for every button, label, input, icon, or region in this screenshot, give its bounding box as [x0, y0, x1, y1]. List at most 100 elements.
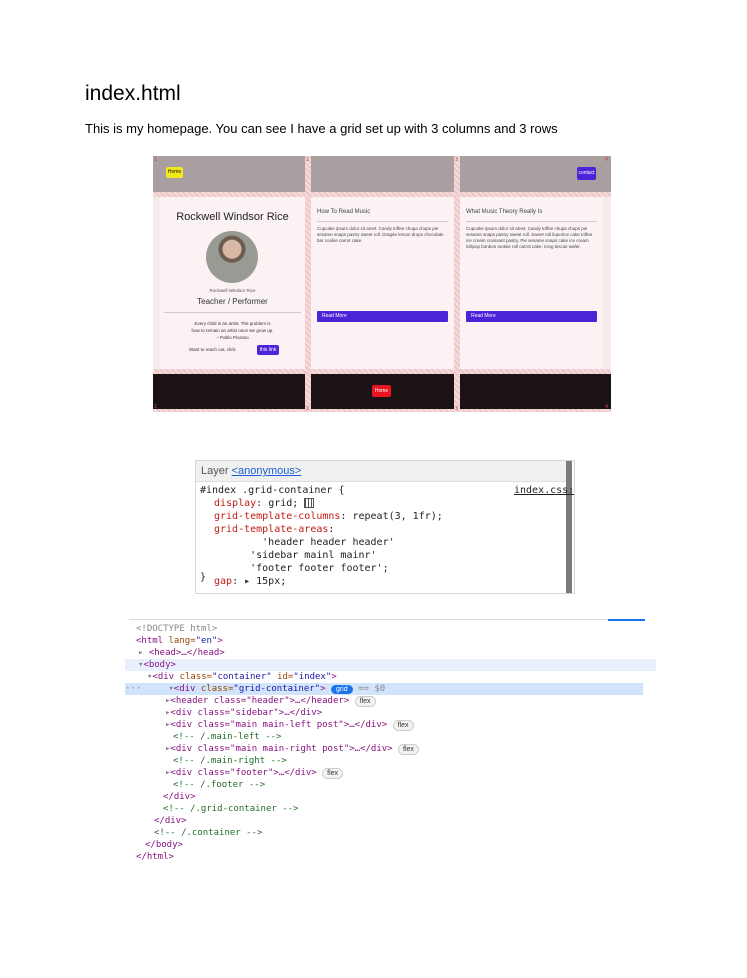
grid-line-number: 2 — [306, 406, 310, 412]
post-title: What Music Theory Really Is — [466, 209, 543, 215]
dom-line[interactable]: <!-- /.footer --> — [125, 779, 691, 791]
css-property[interactable]: grid-template-columns — [214, 511, 340, 522]
read-more-button[interactable]: Read More — [466, 311, 597, 322]
sidebar: Rockwell Windsor Rice Rockwell Windsor R… — [160, 197, 305, 369]
dom-tag: <head>…</head> — [148, 648, 225, 658]
grid-line-number: 3 — [455, 406, 459, 412]
main-right-post: What Music Theory Really Is Cupcake ipsu… — [460, 197, 603, 369]
css-value[interactable]: : grid; — [256, 498, 298, 509]
read-more-button[interactable]: Read More — [317, 311, 448, 322]
dom-attr-value: "grid-container" — [233, 684, 321, 694]
dom-tree-panel: <!DOCTYPE html> <html lang="en"> ▸ <head… — [125, 619, 656, 874]
css-value[interactable]: : repeat(3, 1fr); — [340, 511, 442, 522]
sidebar-link-button[interactable]: this link — [257, 345, 279, 355]
css-value[interactable]: : — [328, 524, 334, 535]
dom-line[interactable]: <html lang="en"> — [125, 635, 654, 647]
dom-line[interactable]: ▸<header class="header">…</header> flex — [125, 695, 683, 707]
css-file-link[interactable]: index.css:1 — [514, 484, 574, 497]
dom-tag: <div class="footer">…</div> — [170, 768, 317, 778]
dom-line[interactable]: </body> — [125, 839, 663, 851]
dom-attr-value: "en" — [195, 636, 218, 646]
dom-attr: lang= — [163, 636, 196, 646]
layer-bar: Layer <anonymous> — [196, 461, 571, 482]
dom-tag: <body> — [143, 660, 176, 670]
expand-triangle-icon[interactable]: ▸ — [138, 648, 143, 658]
layer-link[interactable]: <anonymous> — [232, 465, 302, 477]
dom-comment: <!-- /.container --> — [154, 828, 263, 838]
layer-label: Layer — [201, 465, 229, 477]
grid-editor-icon[interactable] — [304, 498, 315, 508]
dom-line[interactable]: ▸ <head>…</head> — [125, 647, 656, 659]
grid-gap-row-2 — [153, 369, 611, 374]
post-title: How To Read Music — [317, 209, 371, 215]
flex-badge[interactable]: flex — [398, 744, 419, 755]
dom-comment: <!-- /.main-left --> — [173, 732, 282, 742]
dom-tag: </div> — [154, 816, 187, 826]
more-options-icon[interactable]: ··· — [125, 684, 141, 694]
css-value[interactable]: 'header header header' — [214, 537, 394, 548]
dom-tag: </body> — [145, 840, 183, 850]
dom-line[interactable]: </div> — [125, 791, 681, 803]
dom-line[interactable]: </div> — [125, 815, 672, 827]
css-property[interactable]: display — [214, 498, 256, 509]
sidebar-quote: Every child is an artist. The problem is… — [191, 321, 274, 340]
dom-line[interactable]: ▾<body> — [125, 659, 656, 671]
css-value[interactable]: : ▸ 15px; — [232, 576, 286, 587]
dom-line[interactable]: <!DOCTYPE html> — [125, 623, 654, 635]
selected-node-marker: == $0 — [358, 684, 386, 694]
dom-line[interactable]: </html> — [125, 851, 654, 863]
footer-home-button[interactable]: Home — [372, 385, 391, 397]
dom-line[interactable]: ▸<div class="sidebar">…</div> — [125, 707, 683, 719]
dom-tag: <div — [152, 672, 175, 682]
dom-line[interactable]: <!-- /.container --> — [125, 827, 672, 839]
css-property[interactable]: gap — [214, 576, 232, 587]
sidebar-role: Teacher / Performer — [197, 297, 268, 306]
grid-badge[interactable]: grid — [330, 685, 353, 694]
flex-badge[interactable]: flex — [354, 696, 376, 707]
dom-tag: <header class="header">…</header> — [170, 696, 350, 706]
dom-tag: <div — [173, 684, 196, 694]
dom-line-selected[interactable]: ··· ▾<div class="grid-container"> grid =… — [125, 683, 643, 695]
grid-line-number: 3 — [455, 157, 459, 163]
post-divider — [317, 221, 448, 222]
main-left-post: How To Read Music Cupcake ipsum dolor si… — [311, 197, 454, 369]
css-property[interactable]: grid-template-areas — [214, 524, 328, 535]
dom-tag: <html — [136, 636, 164, 646]
dom-line[interactable]: <!-- /.grid-container --> — [125, 803, 681, 815]
css-value[interactable]: 'footer footer footer'; — [214, 563, 389, 574]
dom-line[interactable]: ▸<div class="main main-right post">…</di… — [125, 743, 683, 755]
page-preview-screenshot: 1 2 3 4 1 2 3 4 Home contact Rockwell Wi… — [153, 156, 611, 412]
header-home-button[interactable]: Home — [166, 167, 183, 178]
grid-line-number: 2 — [306, 157, 310, 163]
panel-divider — [129, 619, 608, 620]
dom-line[interactable]: ▸<div class="main main-left post">…</div… — [125, 719, 683, 731]
dom-attr: class= — [195, 684, 234, 694]
post-body: Cupcake ipsum dolor sit amet. Candy toff… — [466, 226, 593, 249]
avatar — [206, 231, 258, 283]
dom-tag: </html> — [136, 852, 174, 862]
dom-comment: <!-- /.footer --> — [173, 780, 266, 790]
sidebar-reach-text: Want to reach out, click — [189, 347, 236, 352]
post-divider — [466, 221, 597, 222]
scrollbar[interactable] — [566, 461, 572, 593]
dom-line[interactable]: ▾<div class="container" id="index"> — [125, 671, 665, 683]
grid-line-number: 4 — [605, 157, 609, 163]
sidebar-name: Rockwell Windsor Rice — [176, 211, 289, 223]
dom-line[interactable]: <!-- /.main-left --> — [125, 731, 691, 743]
header-contact-button[interactable]: contact — [577, 167, 596, 180]
dom-tag: </div> — [163, 792, 196, 802]
dom-line[interactable]: ▸<div class="footer">…</div> flex — [125, 767, 683, 779]
avatar-caption: Rockwell Windsor Rice — [209, 288, 256, 293]
post-body: Cupcake ipsum dolor sit amet. Candy toff… — [317, 226, 444, 243]
document-title: index.html — [85, 82, 181, 105]
document-intro: This is my homepage. You can see I have … — [85, 121, 558, 136]
css-value[interactable]: 'sidebar mainl mainr' — [214, 550, 376, 561]
flex-badge[interactable]: flex — [392, 720, 414, 731]
dom-attr-value: "index" — [293, 672, 332, 682]
dom-attr: class= — [174, 672, 213, 682]
css-rules-panel: Layer <anonymous> #index .grid-container… — [195, 460, 575, 594]
grid-line-number: 4 — [605, 404, 609, 410]
dom-line[interactable]: <!-- /.main-right --> — [125, 755, 691, 767]
flex-badge[interactable]: flex — [322, 768, 344, 779]
dom-tag: <div class="main main-left post">…</div> — [170, 720, 388, 730]
